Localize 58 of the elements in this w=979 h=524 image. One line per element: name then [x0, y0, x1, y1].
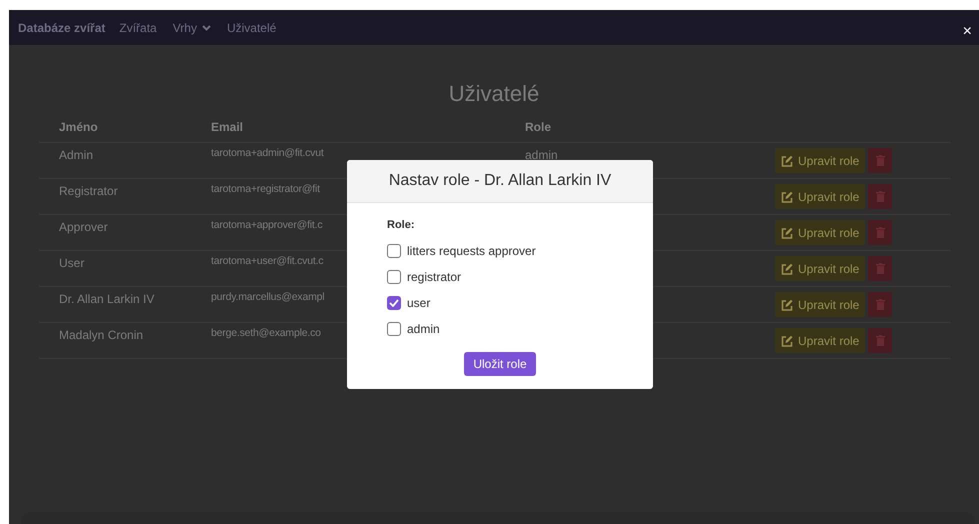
edit-icon: [781, 226, 793, 238]
edit-roles-button[interactable]: Upravit role: [775, 256, 866, 281]
column-header: Jméno: [59, 120, 98, 134]
column-header: Email: [211, 120, 244, 134]
delete-button[interactable]: [868, 256, 892, 281]
trash-icon: [876, 227, 885, 238]
checkbox[interactable]: [387, 296, 401, 310]
trash-icon: [876, 191, 885, 202]
edit-roles-button[interactable]: Upravit role: [775, 148, 866, 173]
table-cell: purdy.marcellus@exampl: [211, 291, 324, 303]
edit-roles-button[interactable]: Upravit role: [775, 328, 866, 353]
trash-icon: [876, 299, 885, 310]
table-cell: Approver: [59, 220, 108, 234]
nav-link[interactable]: Vrhy: [172, 18, 211, 36]
close-button[interactable]: ×: [960, 24, 975, 40]
nav-link[interactable]: Uživatelé: [226, 18, 276, 36]
edit-icon: [781, 334, 793, 346]
table-cell: Registrator: [59, 184, 118, 198]
page-title: Uživatelé: [448, 80, 540, 108]
delete-button[interactable]: [868, 220, 892, 245]
checkbox-label[interactable]: litters requests approver: [407, 242, 536, 260]
modal-title: Nastav role - Dr. Allan Larkin IV: [347, 160, 653, 203]
brand-title[interactable]: Databáze zvířat: [18, 18, 106, 36]
checkbox-label[interactable]: admin: [407, 320, 440, 338]
table-cell: tarotoma+approver@fit.c: [211, 219, 322, 231]
edit-icon: [781, 190, 793, 202]
table-cell: berge.seth@example.co: [211, 327, 321, 339]
edit-roles-button[interactable]: Upravit role: [775, 292, 866, 317]
nav-link[interactable]: Zvířata: [119, 18, 157, 36]
trash-icon: [876, 335, 885, 346]
edit-icon: [781, 262, 793, 274]
table-cell: User: [59, 256, 84, 270]
delete-button[interactable]: [868, 328, 892, 353]
checkbox[interactable]: [387, 244, 401, 258]
table-cell: tarotoma+user@fit.cvut.c: [211, 255, 324, 267]
checkbox[interactable]: [387, 270, 401, 284]
checkbox-label[interactable]: user: [407, 294, 430, 312]
table-cell: Madalyn Cronin: [59, 328, 144, 342]
trash-icon: [876, 263, 885, 274]
table-cell: Dr. Allan Larkin IV: [59, 292, 154, 306]
trash-icon: [876, 155, 885, 166]
column-header: Role: [525, 120, 552, 134]
checkbox-label[interactable]: registrator: [407, 268, 462, 286]
table-cell: admin: [525, 148, 558, 162]
delete-button[interactable]: [868, 148, 892, 173]
table-cell: Admin: [59, 148, 94, 162]
edit-icon: [781, 298, 793, 310]
edit-roles-button[interactable]: Upravit role: [775, 184, 866, 209]
edit-icon: [781, 154, 793, 166]
table-cell: tarotoma+admin@fit.cvut: [211, 147, 324, 159]
edit-roles-button[interactable]: Upravit role: [775, 220, 866, 245]
chevron-down-icon: [202, 24, 211, 30]
checkbox[interactable]: [387, 322, 401, 336]
roles-label: Role:: [387, 218, 416, 233]
delete-button[interactable]: [868, 292, 892, 317]
save-roles-button[interactable]: Uložit role: [464, 352, 536, 376]
delete-button[interactable]: [868, 184, 892, 209]
table-cell: tarotoma+registrator@fit: [211, 183, 320, 195]
